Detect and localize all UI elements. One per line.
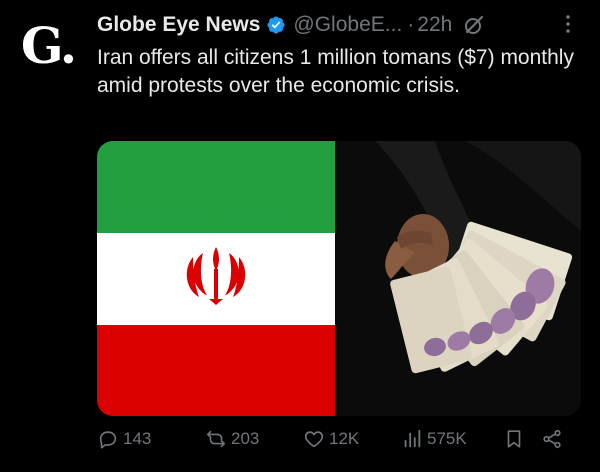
more-icon[interactable] <box>556 12 580 36</box>
bookmark-button[interactable] <box>503 428 529 450</box>
share-button[interactable] <box>541 428 567 450</box>
repost-count: 203 <box>231 429 260 448</box>
tweet-text: Iran offers all citizens 1 million toman… <box>97 46 574 97</box>
like-button[interactable]: 12K <box>303 428 359 450</box>
author-handle[interactable]: @GlobeE... <box>293 13 402 37</box>
repost-button[interactable]: 203 <box>205 428 259 450</box>
repost-icon <box>206 430 226 448</box>
tweet-header: Globe Eye News @GlobeE... · 22h <box>97 10 580 40</box>
like-icon <box>304 431 324 448</box>
tweet-media[interactable] <box>97 141 581 416</box>
bookmark-icon <box>507 430 521 448</box>
views-button[interactable]: 575K <box>401 428 467 450</box>
separator-dot: · <box>407 13 415 36</box>
views-count: 575K <box>427 429 467 448</box>
banknotes-photo <box>335 141 581 416</box>
views-icon <box>404 429 421 448</box>
reply-count: 143 <box>123 429 152 448</box>
avatar[interactable]: G. <box>14 12 82 80</box>
avatar-logo: G. <box>20 16 77 75</box>
reply-button[interactable]: 143 <box>97 428 151 450</box>
action-bar: 143 203 12K 575K <box>97 426 580 456</box>
iran-flag-image <box>97 141 335 416</box>
timestamp[interactable]: 22h <box>417 13 452 37</box>
share-icon <box>543 429 561 449</box>
grok-icon[interactable] <box>462 13 486 37</box>
author-name[interactable]: Globe Eye News <box>97 13 260 37</box>
verified-badge-icon <box>267 16 285 34</box>
like-count: 12K <box>329 429 360 448</box>
reply-icon <box>99 431 117 449</box>
